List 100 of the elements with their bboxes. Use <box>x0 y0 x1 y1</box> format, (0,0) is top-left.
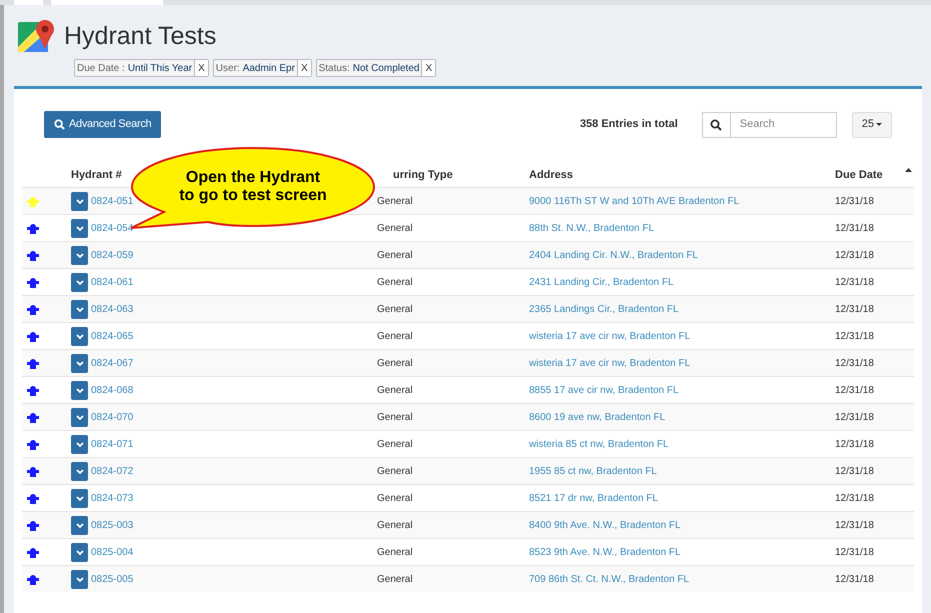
hydrant-link[interactable]: 0824-054 <box>91 220 134 236</box>
address-link[interactable]: 1955 85 ct nw, Bradenton FL <box>529 466 657 476</box>
table-cell: General <box>377 330 413 342</box>
chevron-down-icon <box>76 388 84 392</box>
expand-button[interactable] <box>71 272 88 292</box>
table-cell: General <box>377 222 413 234</box>
table-cell: 12/31/18 <box>835 304 874 314</box>
hydrant-link[interactable]: 0825-004 <box>91 544 134 560</box>
remove-filter-button[interactable]: X <box>194 60 208 76</box>
table-cell: General <box>377 466 413 476</box>
chevron-down-icon <box>76 334 84 338</box>
hydrant-link[interactable]: 0825-005 <box>91 572 134 586</box>
chevron-down-icon <box>76 360 84 366</box>
chevron-down-icon <box>76 306 84 312</box>
hydrant-link[interactable]: 0824-063 <box>91 302 134 316</box>
expand-button[interactable] <box>71 354 88 372</box>
address-link[interactable]: wisteria 85 ct nw, Bradenton FL <box>529 438 669 450</box>
caret-icon <box>876 123 882 126</box>
expand-button[interactable] <box>71 542 88 562</box>
table-cell: General <box>377 276 413 288</box>
search-icon <box>710 118 722 130</box>
hydrant-link[interactable]: 0824-073 <box>91 490 134 506</box>
table-cell: 12/31/18 <box>835 222 874 234</box>
page-title: Hydrant Tests <box>64 24 216 49</box>
filter-label: Due Date : Until This Year <box>76 62 194 76</box>
filter-label: Status: Not Completed <box>318 62 420 76</box>
hydrant-link[interactable]: 0825-003 <box>91 518 134 532</box>
table-cell: 12/31/18 <box>835 276 874 288</box>
hydrant-link[interactable]: 0824-065 <box>91 328 134 344</box>
address-link[interactable]: 8523 9th Ave. N.W., Bradenton FL <box>529 546 681 558</box>
address-link[interactable]: 8600 19 ave nw, Bradenton FL <box>529 412 666 422</box>
table-cell: 12/31/18 <box>835 196 874 206</box>
search-field[interactable]: Search <box>730 112 837 138</box>
search-button[interactable] <box>702 112 731 138</box>
table-cell: 12/31/18 <box>835 520 874 530</box>
hydrant-link[interactable]: 0824-059 <box>91 248 134 262</box>
filter-label: User: Aadmin Epr <box>214 62 296 76</box>
sort-caret-icon[interactable] <box>905 168 912 172</box>
chevron-down-icon <box>76 468 84 474</box>
table-cell: 12/31/18 <box>835 358 874 368</box>
chevron-down-icon <box>76 280 84 284</box>
hydrant-link[interactable]: 0824-072 <box>91 464 134 478</box>
column-header[interactable]: Due Date <box>835 166 883 184</box>
table-cell: General <box>377 574 413 584</box>
table-cell: 12/31/18 <box>835 412 874 422</box>
table-cell: General <box>377 546 413 558</box>
hydrant-link[interactable]: 0824-068 <box>91 382 134 398</box>
expand-button[interactable] <box>71 488 88 508</box>
hydrant-link[interactable]: 0824-067 <box>91 356 134 370</box>
map-pin-logo-icon <box>18 19 56 54</box>
column-header[interactable]: Hydrant # <box>71 168 122 181</box>
address-link[interactable]: 8400 9th Ave. N.W., Bradenton FL <box>529 520 681 530</box>
address-link[interactable]: 709 86th St. Ct. N.W., Bradenton FL <box>529 574 690 584</box>
advanced-search-button[interactable]: Advanced Search <box>44 111 162 138</box>
hydrant-link[interactable]: 0824-071 <box>91 436 134 452</box>
expand-button[interactable] <box>71 246 88 264</box>
table-cell: 12/31/18 <box>835 250 874 260</box>
address-link[interactable]: 2404 Landing Cir. N.W., Bradenton FL <box>529 250 698 260</box>
table-cell: General <box>377 250 413 260</box>
chevron-down-icon <box>76 522 84 528</box>
table-cell: 12/31/18 <box>835 438 874 450</box>
table-cell: 12/31/18 <box>835 574 874 584</box>
address-link[interactable]: 8521 17 dr nw, Bradenton FL <box>529 492 658 504</box>
table-cell: General <box>377 196 413 206</box>
column-header[interactable]: Address <box>529 168 574 181</box>
column-header[interactable]: urring Type <box>393 168 453 181</box>
address-link[interactable]: 2431 Landing Cir., Bradenton FL <box>529 276 674 288</box>
address-link[interactable]: 8855 17 ave cir nw, Bradenton FL <box>529 384 679 396</box>
remove-filter-button[interactable]: X <box>296 60 311 76</box>
page-size-dropdown[interactable]: 25 <box>852 112 892 138</box>
expand-button[interactable] <box>71 326 88 346</box>
expand-button[interactable] <box>71 192 88 210</box>
expand-button[interactable] <box>71 570 88 588</box>
chevron-down-icon <box>76 550 84 554</box>
expand-button[interactable] <box>71 462 88 480</box>
expand-button[interactable] <box>71 434 88 454</box>
table-cell: 12/31/18 <box>835 492 874 504</box>
chevron-down-icon <box>76 496 84 500</box>
hydrant-link[interactable]: 0824-051 <box>91 194 134 208</box>
table-cell: 12/31/18 <box>835 546 874 558</box>
expand-button[interactable] <box>71 218 88 238</box>
table-cell: General <box>377 358 413 368</box>
chevron-down-icon <box>76 252 84 258</box>
expand-button[interactable] <box>71 300 88 318</box>
hydrant-link[interactable]: 0824-070 <box>91 410 134 424</box>
chevron-down-icon <box>76 576 84 582</box>
hydrant-link[interactable]: 0824-061 <box>91 274 134 290</box>
table-cell: General <box>377 520 413 530</box>
expand-button[interactable] <box>71 380 88 400</box>
address-link[interactable]: wisteria 17 ave cir nw, Bradenton FL <box>529 358 690 368</box>
table-cell: General <box>377 492 413 504</box>
address-link[interactable]: 9000 116Th ST W and 10Th AVE Bradenton FL <box>529 196 740 206</box>
address-link[interactable]: 2365 Landings Cir., Bradenton FL <box>529 304 679 314</box>
search-icon <box>54 119 65 130</box>
address-link[interactable]: 88th St. N.W., Bradenton FL <box>529 222 654 234</box>
expand-button[interactable] <box>71 516 88 534</box>
expand-button[interactable] <box>71 408 88 426</box>
address-link[interactable]: wisteria 17 ave cir nw, Bradenton FL <box>529 330 690 342</box>
table-cell: General <box>377 412 413 422</box>
remove-filter-button[interactable]: X <box>421 60 436 76</box>
